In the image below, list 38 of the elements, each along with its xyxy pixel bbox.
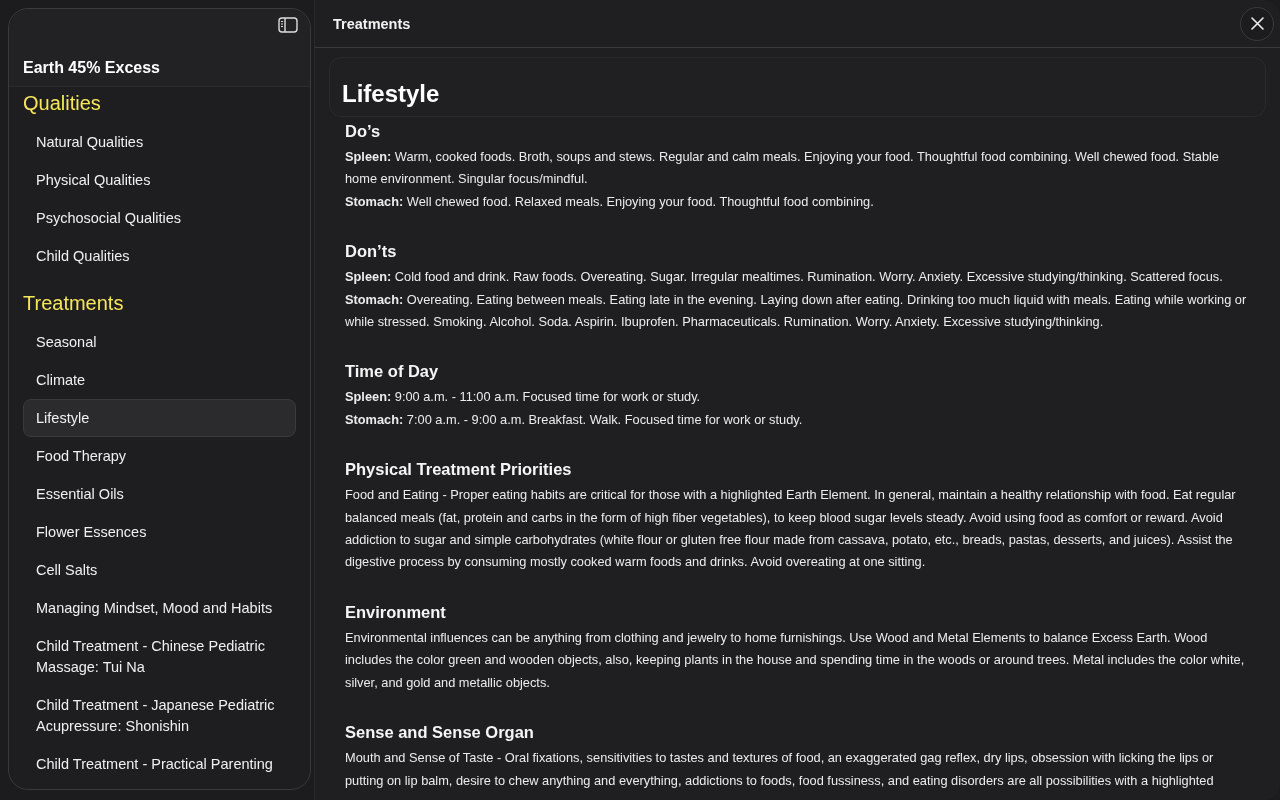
paragraph: Food and Eating - Proper eating habits are critical for those with a highlighted Earth Element. In general, maintain a healthy relationship with food. Eat regular balanced meals (fat, protein and carbs in the form of high fiber vegetables), to keep blood sugar levels steady. Avoid using food as comfort or reward. Avoid addiction to sugar and simple carbohydrates (white flour or gluten free flour made from cassava, potato, etc., breads, pastas, desserts, and juices). Assist the digestive process by consuming mostly cooked warm foods and drinks. Avoid overeating at one sitting. [345, 486, 1237, 572]
paragraph: Spleen: Cold food and drink. Raw foods. Overeating. Sugar. Irregular mealtimes. Rumination. Worry. Anxiety. Excessive studying/thinking. Scattered focus. [345, 268, 1224, 287]
section-heading: Qualities [23, 91, 102, 116]
close-button[interactable] [1240, 6, 1274, 41]
sidebar-item[interactable]: Seasonal [23, 323, 110, 361]
paragraph: Stomach: Overeating. Eating between meals. Eating late in the evening. Laying down after eating. Drinking too much liquid with meals. Eating while working or while stressed. Smoking. Alcohol. Soda. Aspirin. Ibuprofen. Pharmaceuticals. Rumination. Worry. Anxiety. Excessive studying/thinking. [345, 290, 1248, 332]
sidebar-item[interactable]: Cell Salts [23, 551, 111, 589]
paragraph: Spleen: Warm, cooked foods. Broth, soups and stews. Regular and calm meals. Enjoying your food. Thoughtful food combining. Well chewed food. Stable home environment. Singular focus/mindful. [345, 148, 1220, 189]
paragraph: Mouth and Sense of Taste - Oral fixations, sensitivities to tastes and textures of food, an exaggerated gag reflex, dry lips, obsession with licking the lips or putting on lip balm, desire to chew anything and everything, addictions to foods, food fussiness, and eating disorders are all possibilities with a highlighted [345, 749, 1215, 790]
paragraph: Stomach: Well chewed food. Relaxed meals. Enjoying your food. Thoughtful food combining. [345, 192, 875, 211]
sidebar-item[interactable]: Climate [23, 361, 99, 399]
sidebar-item[interactable]: Child Qualities [23, 237, 143, 275]
panel-title: Treatments [333, 15, 412, 32]
sidebar-item[interactable]: Lifestyle [23, 399, 296, 437]
sidebar-item[interactable]: Child Treatment - Chinese Pediatric Massage: Tui Na [23, 627, 299, 686]
section-heading: Do’s [345, 121, 382, 142]
page-heading: Lifestyle [342, 80, 440, 108]
sidebar-item[interactable]: Natural Qualities [23, 123, 157, 161]
sidebar-item[interactable]: Flower Essences [23, 513, 160, 551]
close-icon [1250, 17, 1264, 30]
paragraph: Stomach: 7:00 a.m. - 9:00 a.m. Breakfast. Walk. Focused time for work or study. [345, 410, 804, 429]
section-heading: Environment [345, 601, 447, 623]
section-heading: Sense and Sense Organ [345, 722, 535, 744]
sidebar-title: Earth 45% Excess [23, 59, 160, 77]
sidebar-item[interactable]: Child Treatment - Practical Parenting [23, 745, 286, 783]
section-heading: Treatments [23, 291, 125, 316]
sidebar-toggle-icon[interactable] [278, 17, 298, 33]
sidebar-item[interactable]: Food Therapy [23, 437, 139, 475]
section-heading: Physical Treatment Priorities [345, 459, 573, 481]
paragraph: Spleen: 9:00 a.m. - 11:00 a.m. Focused time for work or study. [345, 388, 702, 407]
paragraph: Environmental influences can be anything from clothing and jewelry to home furnishings. Use Wood and Metal Elements to balance Excess Earth. Wood includes the color green and wooden objects, also, keeping plants in the house and spending time in the woods or around trees. Metal includes the color white, silver, and gold and metallic objects. [345, 628, 1246, 692]
sidebar-item[interactable]: Child Treatment - Japanese Pediatric Acupressure: Shonishin [23, 686, 299, 745]
sidebar-item[interactable]: Essential Oils [23, 475, 137, 513]
section-heading: Don’ts [345, 241, 398, 263]
sidebar-item[interactable]: Physical Qualities [23, 161, 164, 199]
section-heading: Time of Day [345, 361, 440, 383]
sidebar-item[interactable]: Managing Mindset, Mood and Habits [23, 589, 286, 627]
sidebar-item[interactable]: Psychosocial Qualities [23, 199, 195, 237]
